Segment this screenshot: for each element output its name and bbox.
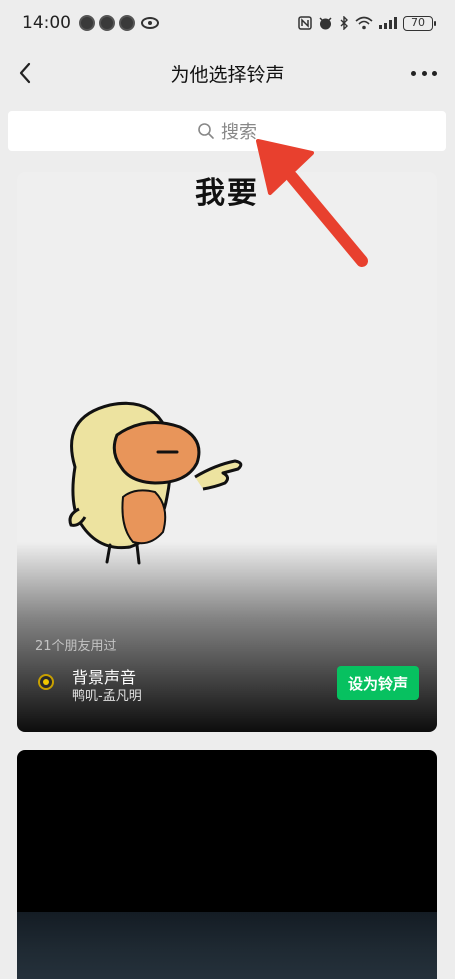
music-disc-icon (38, 674, 54, 690)
wifi-icon (355, 16, 373, 30)
eye-icon (141, 17, 159, 29)
nav-bar: 为他选择铃声 (0, 46, 455, 100)
bluetooth-icon (340, 16, 348, 30)
nfc-icon (298, 16, 312, 30)
battery-level: 70 (411, 15, 425, 29)
dot-icon (432, 70, 437, 76)
app-notification-icon (79, 15, 95, 31)
dot-icon (421, 70, 427, 76)
dot-icon (411, 70, 416, 76)
card-caption: 我要 (195, 176, 259, 211)
set-ringtone-button[interactable]: 设为铃声 (337, 666, 419, 700)
notification-icons (79, 15, 159, 31)
card-video-thumbnail (17, 912, 437, 979)
search-input[interactable]: 搜索 (8, 111, 446, 151)
chevron-left-icon (19, 62, 31, 84)
friends-used-count: 21个朋友用过 (35, 639, 117, 654)
alarm-icon (319, 16, 332, 29)
signal-icon (379, 17, 397, 29)
song-artist: 鸭叽-孟凡明 (72, 689, 142, 704)
back-button[interactable] (10, 58, 40, 88)
battery-icon: 70 (403, 15, 436, 31)
ringtone-card[interactable]: 我要 21个朋友用过 背景声音 鸭叽-孟凡明 设为铃声 (17, 172, 437, 732)
ringtone-card[interactable] (17, 750, 437, 979)
status-time: 14:00 (22, 13, 71, 33)
app-notification-icon (119, 15, 135, 31)
system-status-icons: 70 (298, 15, 436, 31)
more-options-button[interactable] (411, 60, 437, 86)
page-title: 为他选择铃声 (170, 63, 285, 86)
search-placeholder: 搜索 (221, 122, 257, 143)
status-bar: 14:00 70 (0, 0, 455, 46)
app-notification-icon (99, 15, 115, 31)
search-icon (198, 123, 214, 139)
